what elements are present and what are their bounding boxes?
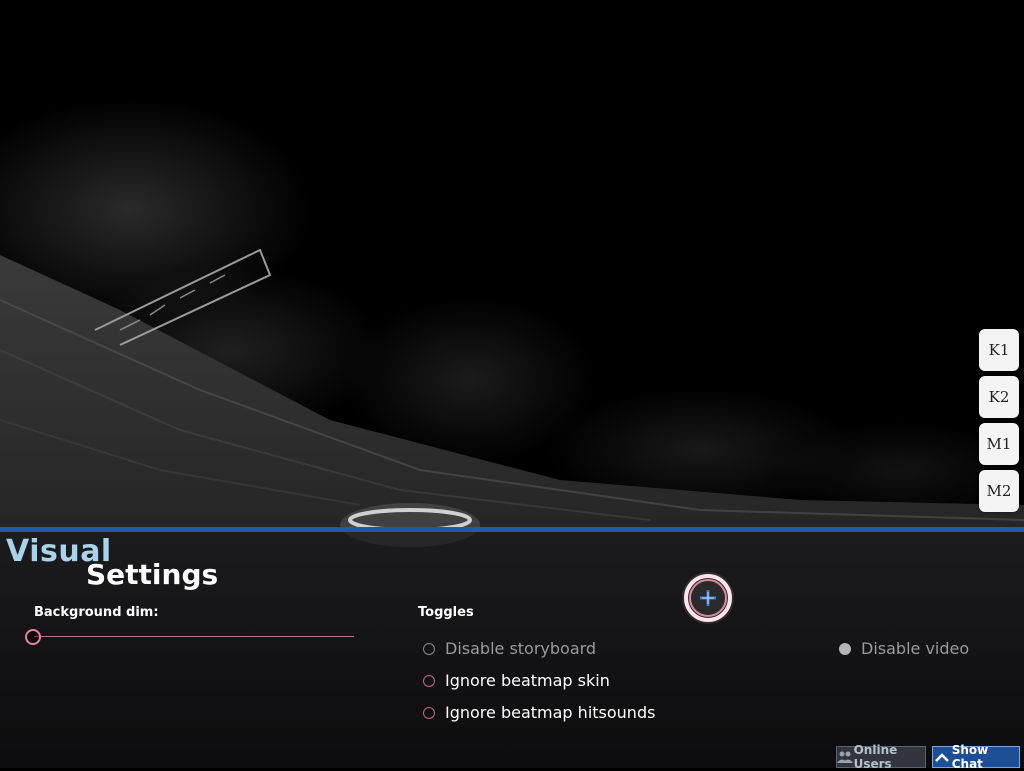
slider-knob[interactable] (25, 629, 41, 645)
toggle-label: Disable storyboard (445, 639, 597, 658)
radio-dot[interactable] (423, 706, 435, 719)
chevron-up-icon (933, 747, 952, 767)
radio-dot[interactable] (423, 674, 435, 687)
show-chat-label: Show Chat (951, 743, 989, 771)
online-users-button[interactable]: Online Users (836, 743, 926, 771)
slider-track[interactable] (34, 636, 354, 637)
background-dim-label: Background dim: (34, 605, 159, 620)
toggle-label: Ignore beatmap skin (445, 671, 610, 690)
key-m1: M1 (979, 423, 1019, 465)
toggle-ignore-beatmap-skin[interactable]: Ignore beatmap skin (423, 671, 610, 690)
toggle-disable-storyboard[interactable]: Disable storyboard (423, 639, 596, 658)
show-chat-button[interactable]: Show Chat (932, 743, 1020, 771)
radio-dot[interactable] (423, 642, 435, 655)
key-overlay: K1 K2 M1 M2 (979, 329, 1019, 517)
cursor-icon (682, 572, 734, 624)
toggle-label: Disable video (861, 639, 970, 658)
toggle-ignore-beatmap-hitsounds[interactable]: Ignore beatmap hitsounds (423, 703, 655, 722)
key-m2: M2 (979, 470, 1019, 512)
key-k2: K2 (979, 376, 1019, 418)
radio-dot[interactable] (839, 642, 851, 655)
panel-title-settings: Settings (86, 558, 219, 591)
online-users-label: Online Users (853, 743, 898, 771)
toggles-heading: Toggles (418, 605, 474, 620)
users-icon (837, 747, 854, 767)
background-dim-slider[interactable] (24, 628, 354, 646)
key-k1: K1 (979, 329, 1019, 371)
toggle-label: Ignore beatmap hitsounds (445, 703, 656, 722)
toggle-disable-video[interactable]: Disable video (839, 639, 969, 658)
